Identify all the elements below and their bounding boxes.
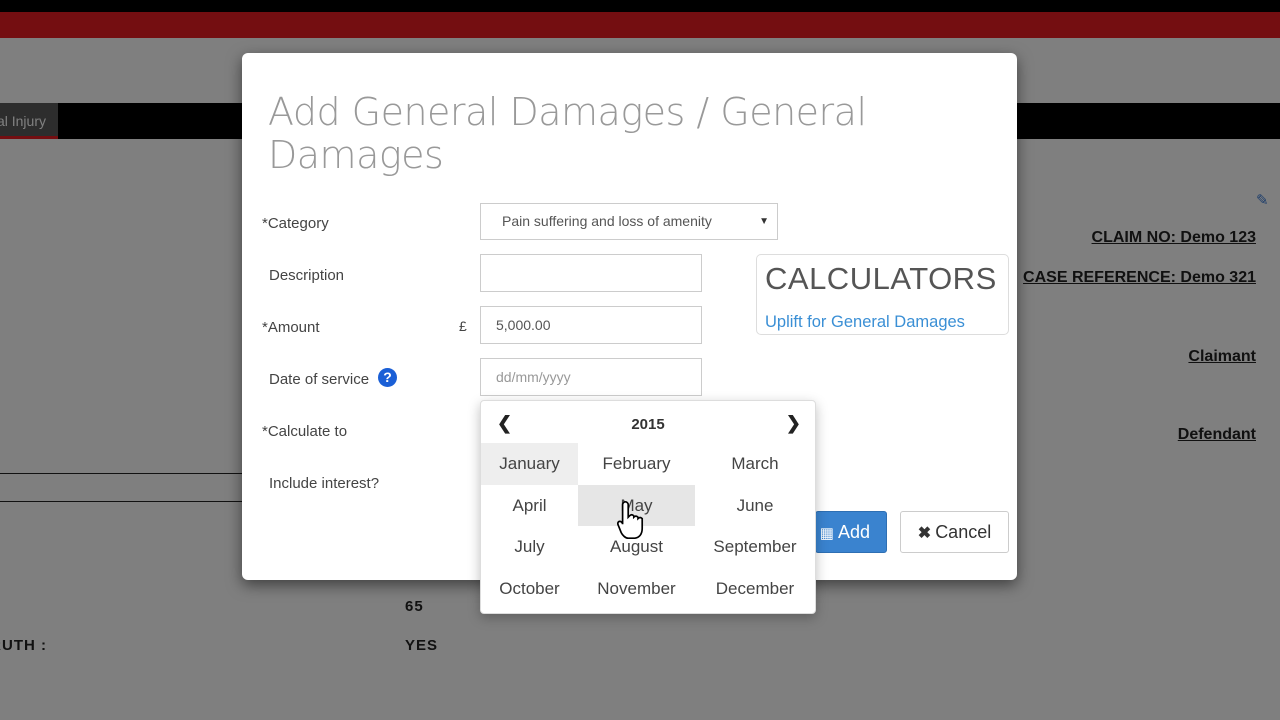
calculator-icon: ▦ — [819, 525, 834, 542]
month-december[interactable]: December — [695, 568, 815, 610]
add-button[interactable]: ▦ Add — [815, 511, 887, 553]
month-november[interactable]: November — [578, 568, 695, 610]
month-picker: ❮ 2015 ❯ January February March April Ma… — [480, 400, 816, 614]
category-label: *Category — [262, 215, 329, 232]
picker-year[interactable]: 2015 — [481, 416, 815, 433]
category-value: Pain suffering and loss of amenity — [502, 213, 712, 229]
calculators-title: CALCULATORS — [765, 261, 997, 296]
question-circle-icon[interactable]: ? — [378, 368, 397, 387]
cancel-button-label: Cancel — [935, 522, 992, 542]
month-april[interactable]: April — [481, 485, 578, 527]
amount-label: *Amount — [262, 319, 320, 336]
modal-title: Add General Damages / General Damages — [268, 90, 867, 177]
month-september[interactable]: September — [695, 526, 815, 568]
currency-symbol: £ — [459, 318, 467, 334]
amount-input[interactable] — [480, 306, 702, 344]
month-grid: January February March April May June Ju… — [481, 443, 817, 609]
date-of-service-label: Date of service — [269, 371, 370, 388]
month-october[interactable]: October — [481, 568, 578, 610]
month-january[interactable]: January — [481, 443, 578, 485]
cancel-button[interactable]: ✖ Cancel — [900, 511, 1009, 553]
date-of-service-input[interactable] — [480, 358, 702, 396]
month-february[interactable]: February — [578, 443, 695, 485]
include-interest-label: Include interest? — [269, 475, 380, 492]
category-select[interactable]: Pain suffering and loss of amenity ▼ — [480, 203, 778, 240]
hand-pointer-cursor — [617, 500, 644, 540]
description-label: Description — [269, 267, 345, 284]
month-june[interactable]: June — [695, 485, 815, 527]
description-input[interactable] — [480, 254, 702, 292]
month-march[interactable]: March — [695, 443, 815, 485]
month-july[interactable]: July — [481, 526, 578, 568]
close-icon: ✖ — [917, 525, 932, 542]
add-button-label: Add — [837, 522, 870, 542]
chevron-right-icon[interactable]: ❯ — [786, 413, 801, 434]
caret-down-icon: ▼ — [759, 216, 769, 227]
calculators-panel: CALCULATORS Uplift for General Damages — [756, 254, 1009, 335]
uplift-calculator-link[interactable]: Uplift for General Damages — [765, 313, 965, 332]
calculate-to-label: *Calculate to — [262, 423, 348, 440]
